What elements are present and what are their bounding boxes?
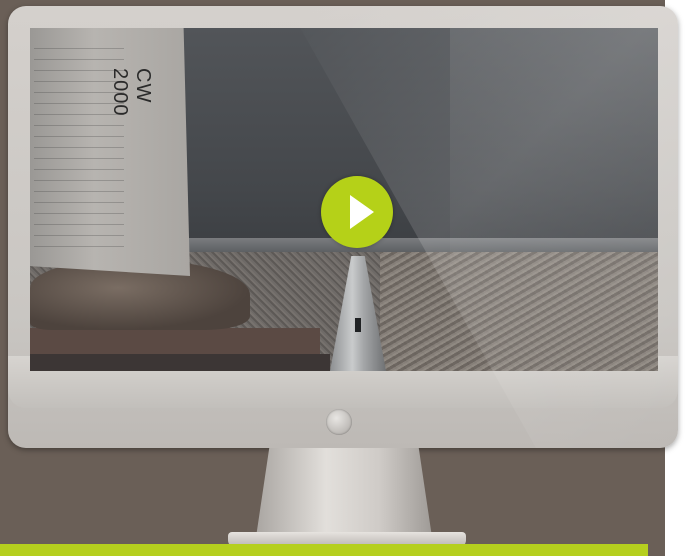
video-bag: CW 2000 bbox=[30, 28, 190, 276]
play-icon bbox=[350, 195, 374, 229]
video-profile-clip bbox=[355, 318, 361, 332]
monitor-stand bbox=[255, 448, 433, 544]
accent-bar bbox=[0, 544, 648, 556]
play-button[interactable] bbox=[321, 176, 393, 248]
video-board bbox=[30, 328, 320, 356]
monitor-power-button bbox=[326, 409, 352, 435]
video-board-edge bbox=[30, 354, 330, 371]
bag-label: CW 2000 bbox=[109, 68, 154, 117]
monitor: CW 2000 bbox=[8, 6, 678, 448]
